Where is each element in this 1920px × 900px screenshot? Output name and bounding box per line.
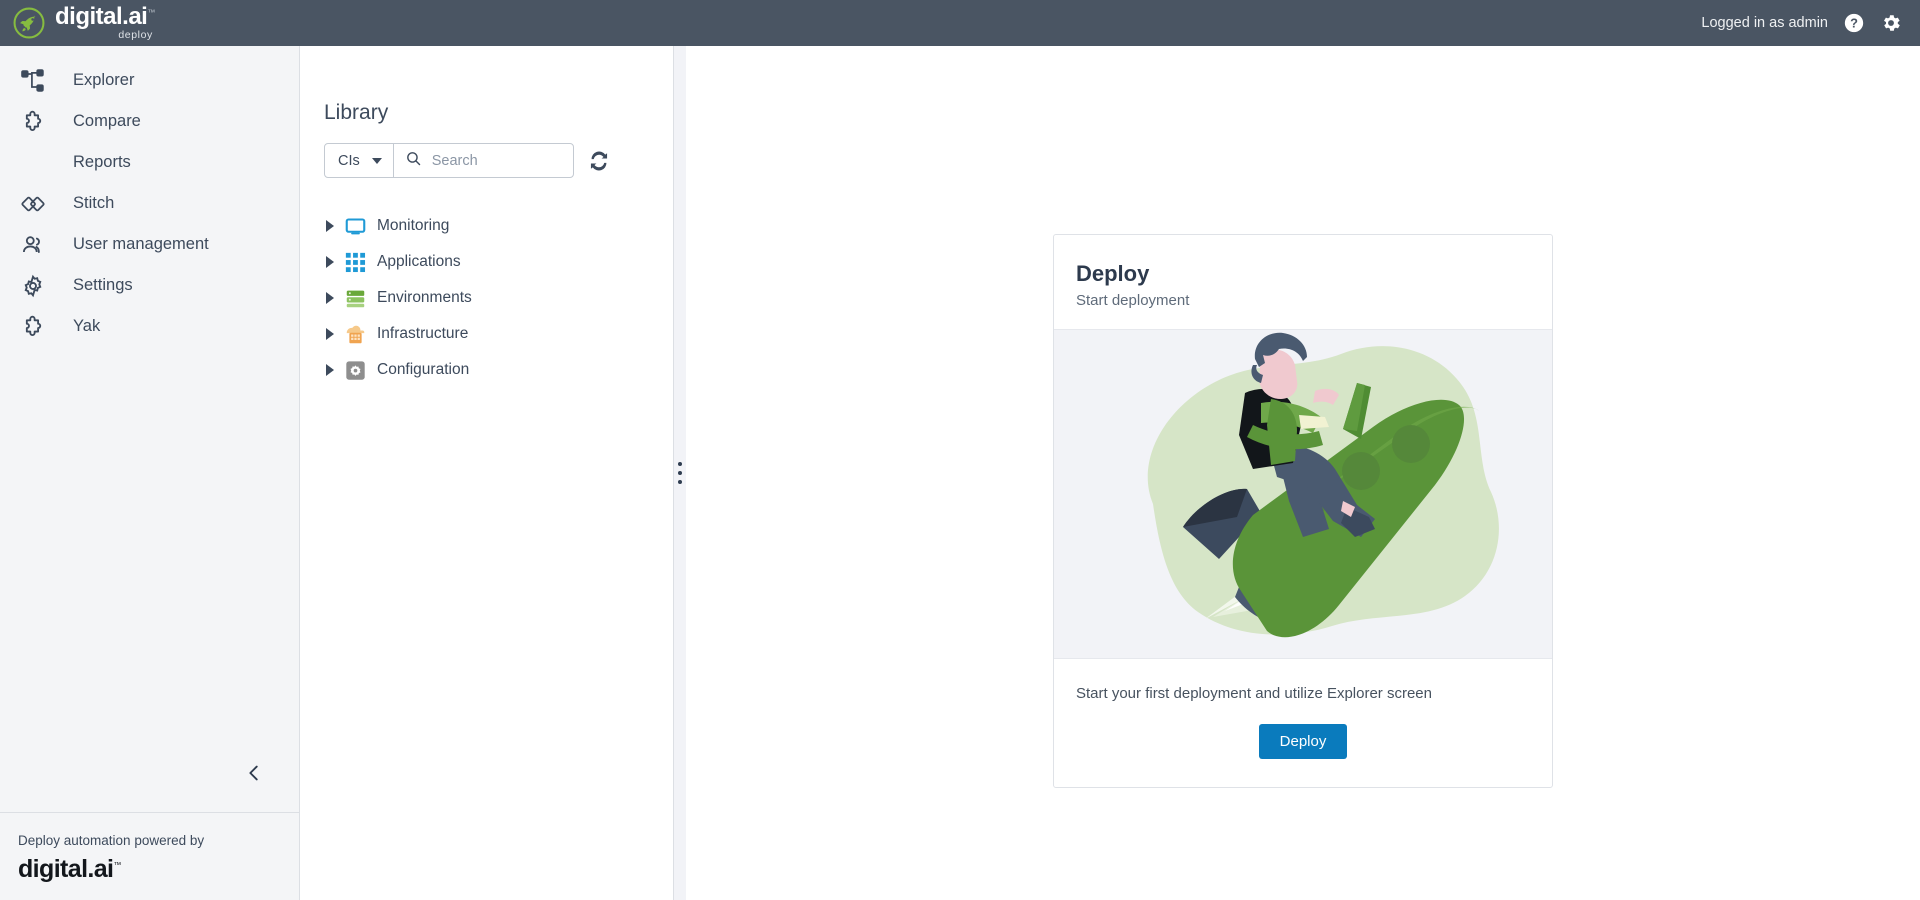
brand-trademark: ™ — [147, 8, 155, 18]
chevron-right-icon[interactable] — [326, 292, 334, 304]
sidebar-item-user-management[interactable]: User management — [0, 224, 299, 265]
tree-item-infrastructure[interactable]: Infrastructure — [324, 316, 673, 352]
rocket-logo-icon — [12, 6, 46, 40]
main-content-area: Deploy Start deployment Start your first… — [686, 46, 1920, 900]
monitor-icon — [345, 216, 366, 237]
library-toolbar: CIs — [300, 125, 673, 178]
gear-icon — [20, 273, 46, 299]
users-icon — [20, 232, 46, 258]
svg-text:?: ? — [1850, 16, 1858, 31]
sidebar-item-label: Yak — [73, 317, 101, 335]
vertical-dots-icon — [678, 462, 682, 484]
sidebar-collapse-row — [0, 760, 299, 812]
sidebar-item-label: Explorer — [73, 71, 135, 89]
library-tree: Monitoring Applications Environments Inf… — [300, 178, 673, 388]
gear-icon[interactable] — [1880, 12, 1902, 34]
gear-square-icon — [345, 360, 366, 381]
cis-dropdown-label: CIs — [338, 152, 360, 169]
deploy-button[interactable]: Deploy — [1258, 723, 1348, 759]
deploy-card-header: Deploy Start deployment — [1054, 235, 1552, 329]
sidebar-nav-list: Explorer Compare Reports Stitch User man… — [0, 46, 299, 347]
footer-logo-trademark: ™ — [113, 860, 121, 870]
chevron-right-icon[interactable] — [326, 220, 334, 232]
tree-item-label: Infrastructure — [377, 325, 469, 342]
search-field-wrap — [394, 144, 573, 177]
tree-item-label: Monitoring — [377, 217, 450, 234]
brand-product-name: deploy — [118, 29, 153, 42]
brand-logo[interactable]: digital.ai™ deploy — [12, 5, 155, 41]
sidebar-item-stitch[interactable]: Stitch — [0, 183, 299, 224]
left-sidebar: Explorer Compare Reports Stitch User man… — [0, 46, 300, 900]
top-header-bar: digital.ai™ deploy Logged in as admin ? — [0, 0, 1920, 46]
cis-type-dropdown[interactable]: CIs — [325, 144, 394, 177]
sidebar-item-explorer[interactable]: Explorer — [0, 60, 299, 101]
deploy-card-footer: Start your first deployment and utilize … — [1054, 659, 1552, 787]
server-stack-icon — [345, 288, 366, 309]
sidebar-item-label: Compare — [73, 112, 141, 130]
chevron-right-icon[interactable] — [326, 364, 334, 376]
footer-digitalai-logo: digital.ai™ — [18, 855, 121, 883]
sidebar-item-label: User management — [73, 235, 209, 253]
chevron-down-icon — [371, 157, 382, 164]
help-circle-icon[interactable]: ? — [1843, 12, 1865, 34]
panel-resize-handle[interactable] — [674, 46, 686, 900]
stitch-diamonds-icon — [20, 191, 46, 217]
sidebar-item-compare[interactable]: Compare — [0, 101, 299, 142]
logged-in-label: Logged in as admin — [1701, 15, 1828, 31]
refresh-icon[interactable] — [588, 150, 610, 172]
page-title: Library — [324, 101, 389, 124]
powered-by-label: Deploy automation powered by — [18, 833, 205, 848]
sidebar-footer: Deploy automation powered by digital.ai™ — [0, 812, 299, 900]
search-icon — [405, 150, 422, 172]
rocket-rider-illustration — [1054, 328, 1552, 659]
deploy-card: Deploy Start deployment Start your first… — [1053, 234, 1553, 788]
library-panel: Library CIs Search Monitoring Applicatio… — [300, 46, 674, 900]
puzzle-piece-icon — [20, 314, 46, 340]
sidebar-item-label: Settings — [73, 276, 133, 294]
sidebar-item-label: Stitch — [73, 194, 115, 212]
chevron-right-icon[interactable] — [326, 256, 334, 268]
deploy-card-subtitle: Start deployment — [1076, 291, 1190, 309]
sidebar-item-reports[interactable]: Reports — [0, 142, 299, 183]
search-box: CIs — [324, 143, 574, 178]
tree-item-monitoring[interactable]: Monitoring — [324, 208, 673, 244]
deploy-card-title: Deploy — [1076, 261, 1150, 286]
sidebar-item-settings[interactable]: Settings — [0, 265, 299, 306]
search-input[interactable] — [431, 152, 573, 169]
deploy-card-body-text: Start your first deployment and utilize … — [1076, 684, 1432, 702]
tree-item-environments[interactable]: Environments — [324, 280, 673, 316]
chevron-right-icon[interactable] — [326, 328, 334, 340]
brand-name: digital.ai™ — [55, 3, 155, 31]
grid-apps-icon — [345, 252, 366, 273]
tree-item-label: Environments — [377, 289, 472, 306]
tree-item-label: Configuration — [377, 361, 470, 378]
tree-item-applications[interactable]: Applications — [324, 244, 673, 280]
tree-item-configuration[interactable]: Configuration — [324, 352, 673, 388]
infrastructure-icon — [345, 324, 366, 345]
puzzle-piece-icon — [20, 109, 46, 135]
chevron-left-icon[interactable] — [241, 760, 267, 786]
tree-item-label: Applications — [377, 253, 461, 270]
sidebar-item-yak[interactable]: Yak — [0, 306, 299, 347]
sidebar-item-label: Reports — [73, 153, 131, 171]
sitemap-icon — [20, 68, 46, 94]
rocket-illustration-svg — [1147, 332, 1499, 637]
